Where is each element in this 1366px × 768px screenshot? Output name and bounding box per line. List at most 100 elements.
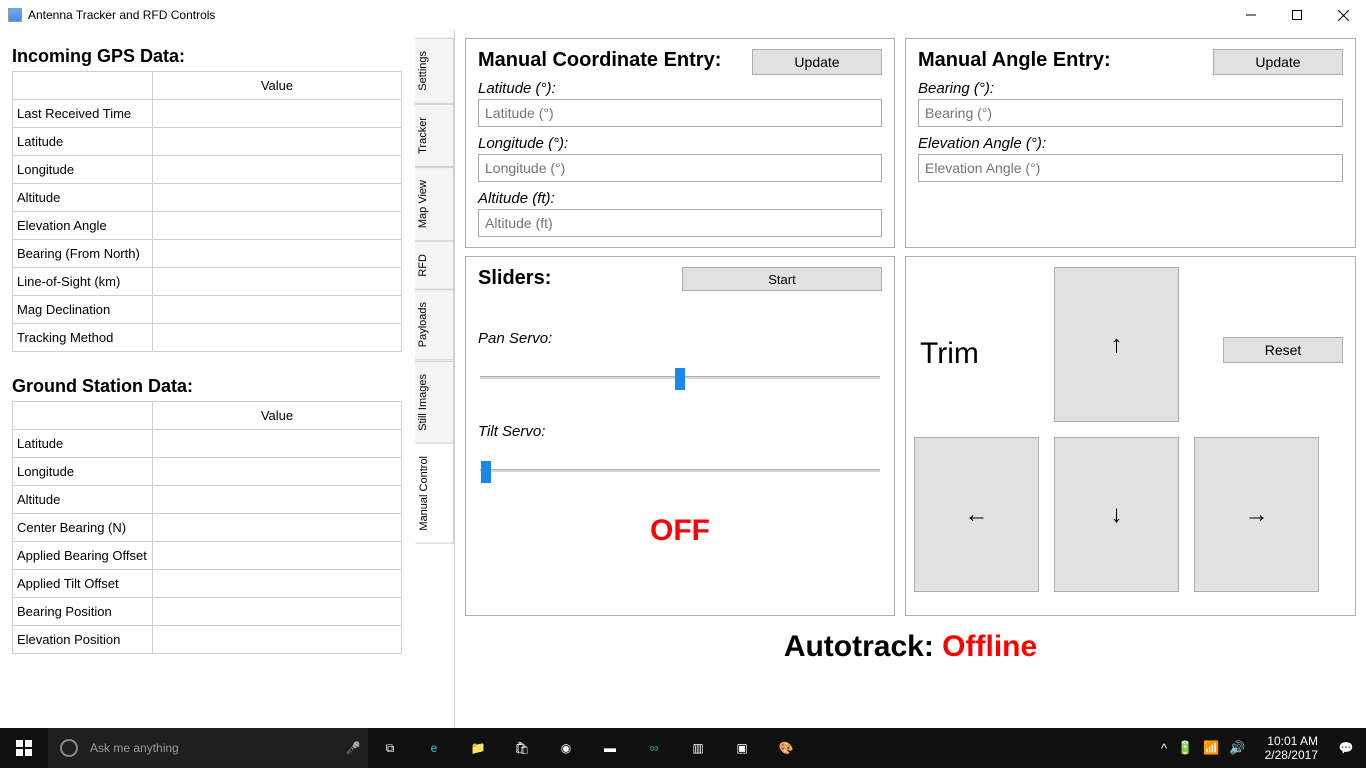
- row-value: [153, 542, 402, 570]
- wifi-icon[interactable]: 📶: [1203, 740, 1219, 756]
- row-label: Altitude: [13, 184, 153, 212]
- gps-heading: Incoming GPS Data:: [12, 46, 403, 67]
- row-label: Tracking Method: [13, 324, 153, 352]
- app-icon: [8, 8, 22, 22]
- lat-label: Latitude (°):: [478, 80, 882, 97]
- window-titlebar: Antenna Tracker and RFD Controls: [0, 0, 1366, 30]
- pan-servo-label: Pan Servo:: [478, 330, 882, 347]
- manual-coordinate-panel: Manual Coordinate Entry: Update Latitude…: [465, 38, 895, 248]
- system-tray[interactable]: ^ 🔋 📶 🔊: [1156, 740, 1257, 756]
- tab-payloads[interactable]: Payloads: [415, 289, 454, 360]
- tab-rfd[interactable]: RFD: [415, 241, 454, 290]
- row-value: [153, 570, 402, 598]
- mic-icon[interactable]: 🎤: [338, 741, 368, 755]
- edge-icon[interactable]: e: [412, 728, 456, 768]
- row-value: [153, 626, 402, 654]
- trim-panel: Trim Reset ↑ ← ↓ →: [905, 256, 1356, 616]
- row-value: [153, 268, 402, 296]
- arduino-icon[interactable]: ∞: [632, 728, 676, 768]
- trim-down-button[interactable]: ↓: [1054, 437, 1179, 592]
- row-value: [153, 184, 402, 212]
- trim-left-button[interactable]: ←: [914, 437, 1039, 592]
- table-row: Longitude: [13, 156, 402, 184]
- row-label: Last Received Time: [13, 100, 153, 128]
- row-label: Bearing (From North): [13, 240, 153, 268]
- row-label: Line-of-Sight (km): [13, 268, 153, 296]
- paint-icon[interactable]: 🎨: [764, 728, 808, 768]
- close-button[interactable]: [1320, 0, 1366, 30]
- row-label: Elevation Position: [13, 626, 153, 654]
- minimize-button[interactable]: [1228, 0, 1274, 30]
- row-label: Elevation Angle: [13, 212, 153, 240]
- vertical-tabs: SettingsTrackerMap ViewRFDPayloadsStill …: [415, 30, 455, 730]
- gps-value-header: Value: [153, 72, 402, 100]
- notifications-icon[interactable]: 💬: [1326, 741, 1366, 755]
- taskbar-clock[interactable]: 10:01 AM 2/28/2017: [1257, 734, 1326, 763]
- angle-heading: Manual Angle Entry:: [918, 49, 1111, 72]
- row-value: [153, 324, 402, 352]
- cortana-placeholder: Ask me anything: [90, 741, 179, 755]
- row-label: Latitude: [13, 430, 153, 458]
- longitude-input[interactable]: [478, 154, 882, 182]
- table-row: Latitude: [13, 128, 402, 156]
- sliders-status: OFF: [478, 514, 882, 548]
- row-label: Latitude: [13, 128, 153, 156]
- table-row: Latitude: [13, 430, 402, 458]
- table-row: Elevation Angle: [13, 212, 402, 240]
- table-row: Altitude: [13, 184, 402, 212]
- coord-update-button[interactable]: Update: [752, 49, 882, 75]
- volume-icon[interactable]: 🔊: [1229, 740, 1245, 756]
- store-icon[interactable]: 🛍: [500, 728, 544, 768]
- row-value: [153, 296, 402, 324]
- row-value: [153, 430, 402, 458]
- trim-reset-button[interactable]: Reset: [1223, 337, 1343, 363]
- terminal-icon[interactable]: ▬: [588, 728, 632, 768]
- table-row: Longitude: [13, 458, 402, 486]
- trim-right-button[interactable]: →: [1194, 437, 1319, 592]
- tilt-slider-thumb[interactable]: [481, 461, 491, 483]
- latitude-input[interactable]: [478, 99, 882, 127]
- ground-table: Value LatitudeLongitudeAltitudeCenter Be…: [12, 401, 402, 654]
- row-label: Applied Tilt Offset: [13, 570, 153, 598]
- maximize-button[interactable]: [1274, 0, 1320, 30]
- tilt-servo-slider[interactable]: [478, 456, 882, 486]
- angle-update-button[interactable]: Update: [1213, 49, 1343, 75]
- task-view-icon[interactable]: ⧉: [368, 728, 412, 768]
- elevation-input[interactable]: [918, 154, 1343, 182]
- table-row: Applied Tilt Offset: [13, 570, 402, 598]
- tab-settings[interactable]: Settings: [415, 38, 454, 104]
- tilt-servo-label: Tilt Servo:: [478, 423, 882, 440]
- battery-icon[interactable]: 🔋: [1177, 740, 1193, 756]
- sliders-panel: Sliders: Start Pan Servo: Tilt Servo: OF…: [465, 256, 895, 616]
- altitude-input[interactable]: [478, 209, 882, 237]
- bearing-input[interactable]: [918, 99, 1343, 127]
- pan-slider-thumb[interactable]: [675, 368, 685, 390]
- app-icon-2[interactable]: ▣: [720, 728, 764, 768]
- tab-still-images[interactable]: Still Images: [415, 361, 454, 444]
- left-column: Incoming GPS Data: Value Last Received T…: [0, 30, 415, 730]
- elev-label: Elevation Angle (°):: [918, 135, 1343, 152]
- taskbar-time: 10:01 AM: [1265, 734, 1318, 748]
- chrome-icon[interactable]: ◉: [544, 728, 588, 768]
- cortana-search[interactable]: Ask me anything 🎤: [48, 728, 368, 768]
- autotrack-label: Autotrack:: [784, 630, 942, 663]
- app-icon-1[interactable]: ▥: [676, 728, 720, 768]
- ground-value-header: Value: [153, 402, 402, 430]
- explorer-icon[interactable]: 📁: [456, 728, 500, 768]
- table-row: Last Received Time: [13, 100, 402, 128]
- table-row: Altitude: [13, 486, 402, 514]
- pan-servo-slider[interactable]: [478, 363, 882, 393]
- row-value: [153, 486, 402, 514]
- sliders-start-button[interactable]: Start: [682, 267, 882, 291]
- tab-manual-control[interactable]: Manual Control: [415, 443, 454, 544]
- tab-map-view[interactable]: Map View: [415, 167, 454, 241]
- tab-tracker[interactable]: Tracker: [415, 104, 454, 167]
- row-label: Altitude: [13, 486, 153, 514]
- start-button[interactable]: [0, 728, 48, 768]
- trim-up-button[interactable]: ↑: [1054, 267, 1179, 422]
- tray-chevron-icon[interactable]: ^: [1161, 741, 1167, 756]
- row-value: [153, 100, 402, 128]
- table-row: Tracking Method: [13, 324, 402, 352]
- row-value: [153, 240, 402, 268]
- row-label: Mag Declination: [13, 296, 153, 324]
